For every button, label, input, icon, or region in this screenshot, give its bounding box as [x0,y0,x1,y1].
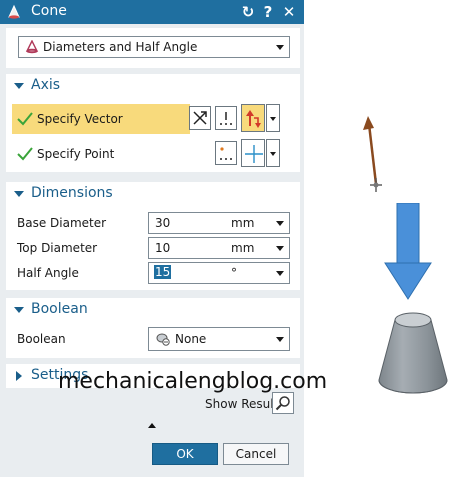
base-diameter-unit: mm [231,216,255,230]
cancel-button[interactable]: Cancel [223,443,289,465]
top-diameter-value: 10 [155,241,171,255]
cone-icon [8,4,20,19]
type-selector[interactable]: Diameters and Half Angle [18,36,290,58]
half-angle-label: Half Angle [17,266,79,280]
axis-header[interactable]: Axis [6,74,300,98]
chevron-down-icon [276,45,284,50]
dimensions-title: Dimensions [31,185,113,201]
reset-icon[interactable]: ↻ [239,2,257,22]
chevron-down-icon [276,271,284,276]
boolean-label: Boolean [17,332,66,346]
boolean-title: Boolean [31,301,88,317]
vector-preview-icon [363,116,382,192]
chevron-down-icon [276,221,284,226]
inferred-vector-icon [193,111,207,125]
title-bar: Cone ↻ ? ✕ [0,0,304,24]
axis-panel: Axis Specify Vector Specify Point [6,74,300,172]
ok-button[interactable]: OK [152,443,218,465]
point-options-dropdown[interactable] [266,139,280,167]
magnifier-icon [275,396,290,411]
window-title: Cone [31,3,67,19]
top-diameter-input[interactable]: 10 mm [148,237,290,259]
reverse-direction-icon [246,110,261,128]
dimensions-header[interactable]: Dimensions [6,182,300,206]
show-result-button[interactable] [272,392,294,414]
down-arrow-icon [384,203,432,300]
vector-dialog-icon [220,112,232,125]
collapse-triangle-icon [14,307,24,313]
base-diameter-value: 30 [155,216,171,230]
close-icon[interactable]: ✕ [280,2,298,22]
type-selector-value: Diameters and Half Angle [43,40,198,54]
boolean-panel: Boolean Boolean None [6,298,300,358]
point-dialog-icon [220,147,232,160]
vector-dialog-button[interactable] [215,106,237,130]
half-angle-input[interactable]: 15 ° [148,262,290,284]
type-panel: Diameters and Half Angle [6,28,300,68]
axis-title: Axis [31,77,61,93]
chevron-down-icon [270,117,276,121]
cone-type-icon [25,40,39,54]
dimensions-panel: Dimensions Base Diameter 30 mm Top Diame… [6,182,300,290]
specify-point-label: Specify Point [37,147,115,161]
boolean-value: None [175,332,207,346]
collapse-triangle-icon [14,191,24,197]
watermark-text: mechanicalengblog.com [58,369,328,394]
boolean-header[interactable]: Boolean [6,298,300,322]
expand-triangle-icon [16,371,22,381]
help-icon[interactable]: ? [259,2,277,22]
top-diameter-label: Top Diameter [17,241,98,255]
chevron-down-icon [276,337,284,342]
boolean-none-icon [156,333,170,346]
vector-options-dropdown[interactable] [266,104,280,132]
specify-vector-label: Specify Vector [37,112,123,126]
show-result-label: Show Result [205,397,279,411]
check-icon [17,112,33,126]
collapse-up-icon[interactable] [148,423,156,428]
cone-dialog: Cone ↻ ? ✕ Diameters and Half Angle Axis… [0,0,304,477]
base-diameter-label: Base Diameter [17,216,107,230]
point-dialog-button[interactable] [215,141,237,165]
inferred-vector-button[interactable] [189,106,211,130]
half-angle-unit: ° [231,266,237,280]
chevron-down-icon [276,246,284,251]
point-crosshair-icon [245,145,263,163]
chevron-down-icon [270,152,276,156]
base-diameter-input[interactable]: 30 mm [148,212,290,234]
top-diameter-unit: mm [231,241,255,255]
point-crosshair-button[interactable] [241,139,265,167]
cone-preview-icon [378,312,448,394]
reverse-direction-button[interactable] [241,104,265,132]
boolean-selector[interactable]: None [148,327,290,351]
half-angle-value: 15 [154,265,172,279]
collapse-triangle-icon [14,83,24,89]
check-icon [17,147,33,161]
